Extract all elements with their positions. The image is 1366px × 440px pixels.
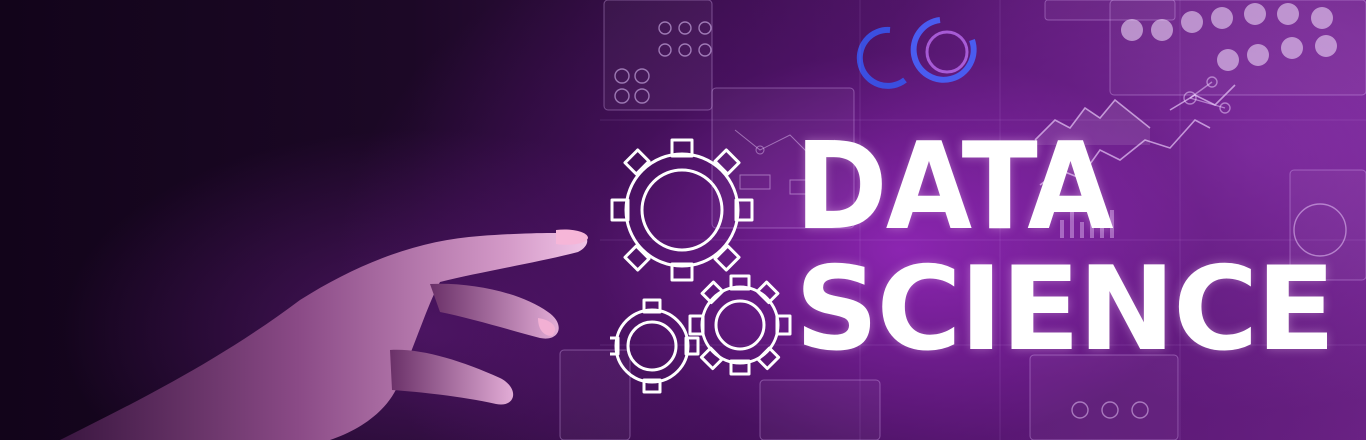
hero-banner: DATA SCIENCE <box>0 0 1366 440</box>
pointing-hand <box>60 229 588 440</box>
